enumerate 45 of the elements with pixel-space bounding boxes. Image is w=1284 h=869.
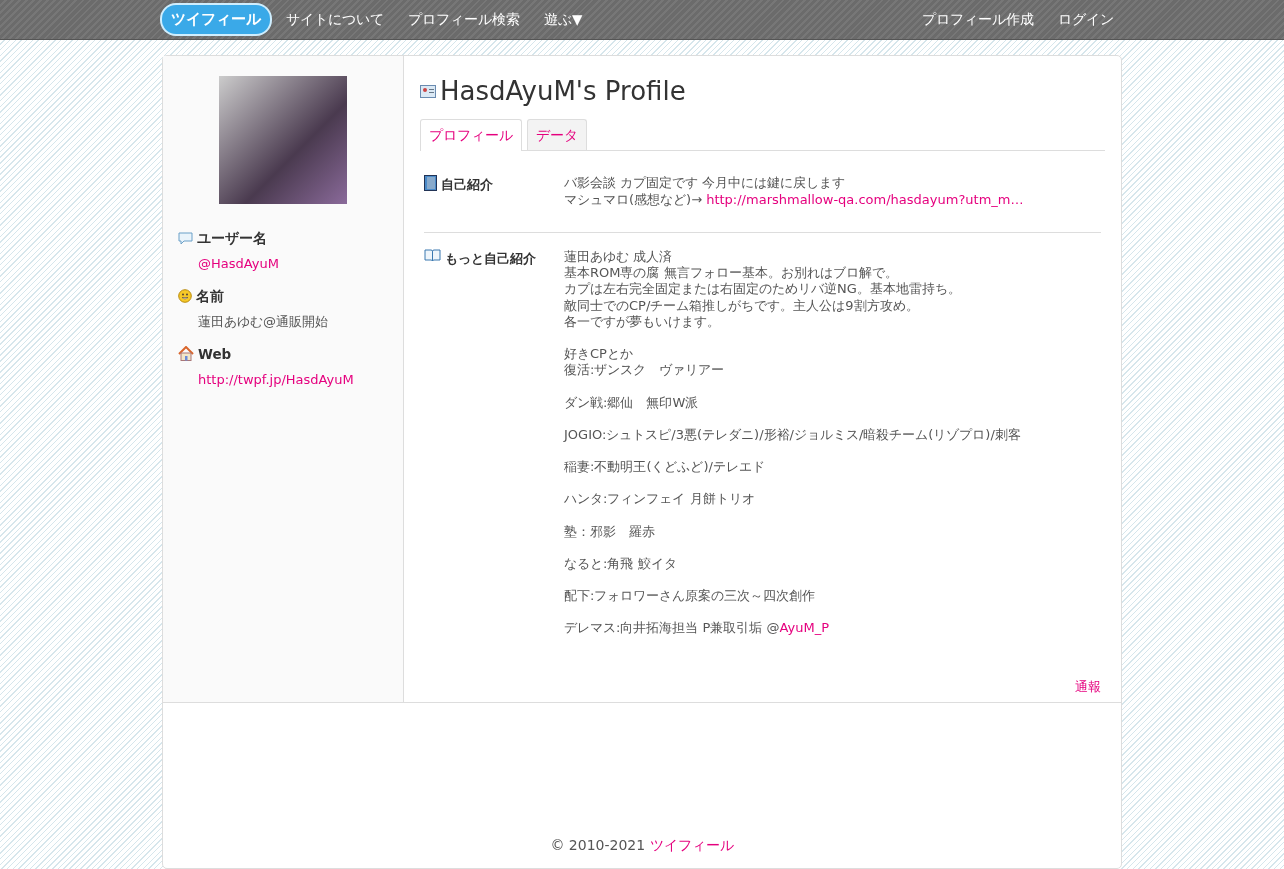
profile-link[interactable]: http://twpf.jp/HasdAyuM: [198, 371, 354, 387]
text-line: バ影会談 カプ固定です 今月中には鍵に戻します: [564, 175, 847, 192]
text-line: JOGIO:シュトスピ/3悪(テレダニ)/形裕/ジョルミス/暗殺チーム(リゾプロ)/刺客: [564, 426, 1021, 443]
open-book-icon: [424, 248, 441, 262]
text-line: ダン戦:郷仙 無印W派: [564, 394, 700, 411]
site-logo[interactable]: ツイフィール: [162, 5, 270, 34]
text-line: 好きCPとか: [564, 346, 634, 363]
profile-title: HasdAyuM's Profile: [440, 75, 686, 108]
nav-link-item[interactable]: プロフィール作成: [922, 9, 1034, 30]
smiley-icon: [178, 288, 192, 303]
field-label: Web: [198, 344, 232, 364]
text-line: 復活:ザンスク ヴァリアー: [564, 362, 726, 379]
section-label: 自己紹介: [441, 176, 493, 195]
section-label: もっと自己紹介: [445, 249, 536, 268]
text-line: マシュマロ(感想など)→ http://marshmallow-qa.com/hasdayum?utm_m…: [564, 191, 1024, 208]
text-line: 基本ROM専の腐 無言フォロー基本。お別れはブロ解で。: [564, 265, 899, 282]
text-line: 蓮田あゆむ 成人済: [564, 248, 674, 265]
profile-link[interactable]: @HasdAyuM: [198, 256, 279, 272]
field-value: 蓮田あゆむ@通販開始: [198, 314, 328, 329]
nav-link-item[interactable]: 遊ぶ▼: [544, 9, 583, 30]
tab[interactable]: プロフィール: [420, 119, 522, 152]
text-line: 塾：邪影 羅赤: [564, 523, 656, 540]
id-card-icon: [420, 85, 436, 98]
text-line: 各一ですが夢もいけます。: [564, 313, 721, 330]
copyright-text: © 2010-2021 ツイフィール: [550, 836, 734, 855]
text-link[interactable]: http://marshmallow-qa.com/hasdayum?utm_m…: [706, 191, 1024, 207]
text-line: 配下:フォロワーさん原案の三次～四次創作: [564, 588, 817, 605]
footer-link[interactable]: ツイフィール: [649, 837, 734, 853]
field-label: ユーザー名: [197, 229, 267, 248]
text-line: デレマス:向井拓海担当 P兼取引垢 @AyuM_P: [564, 620, 830, 637]
text-line: 稲妻:不動明王(くどふど)/テレエド: [564, 459, 766, 476]
text-line: ハンタ:フィンフェイ 月餅トリオ: [564, 491, 756, 508]
house-icon: [178, 346, 194, 362]
report-link[interactable]: 通報: [1075, 678, 1101, 694]
text-line: カプは左右完全固定または右固定のためリバ逆NG。基本地雷持ち。: [564, 281, 962, 298]
text-link[interactable]: AyuM_P: [779, 620, 829, 636]
text-line: 敵同士でのCP/チーム箱推しがちです。主人公は9割方攻め。: [564, 297, 920, 314]
text-line: なると:角飛 鮫イタ: [564, 555, 678, 572]
notebook-icon: [424, 175, 437, 192]
nav-link-item[interactable]: サイトについて: [286, 9, 384, 30]
field-label: 名前: [196, 286, 224, 306]
nav-link-item[interactable]: ログイン: [1058, 9, 1114, 30]
nav-link-item[interactable]: プロフィール検索: [408, 9, 520, 30]
tab[interactable]: データ: [527, 119, 587, 151]
speech-bubble-icon: [178, 231, 193, 245]
